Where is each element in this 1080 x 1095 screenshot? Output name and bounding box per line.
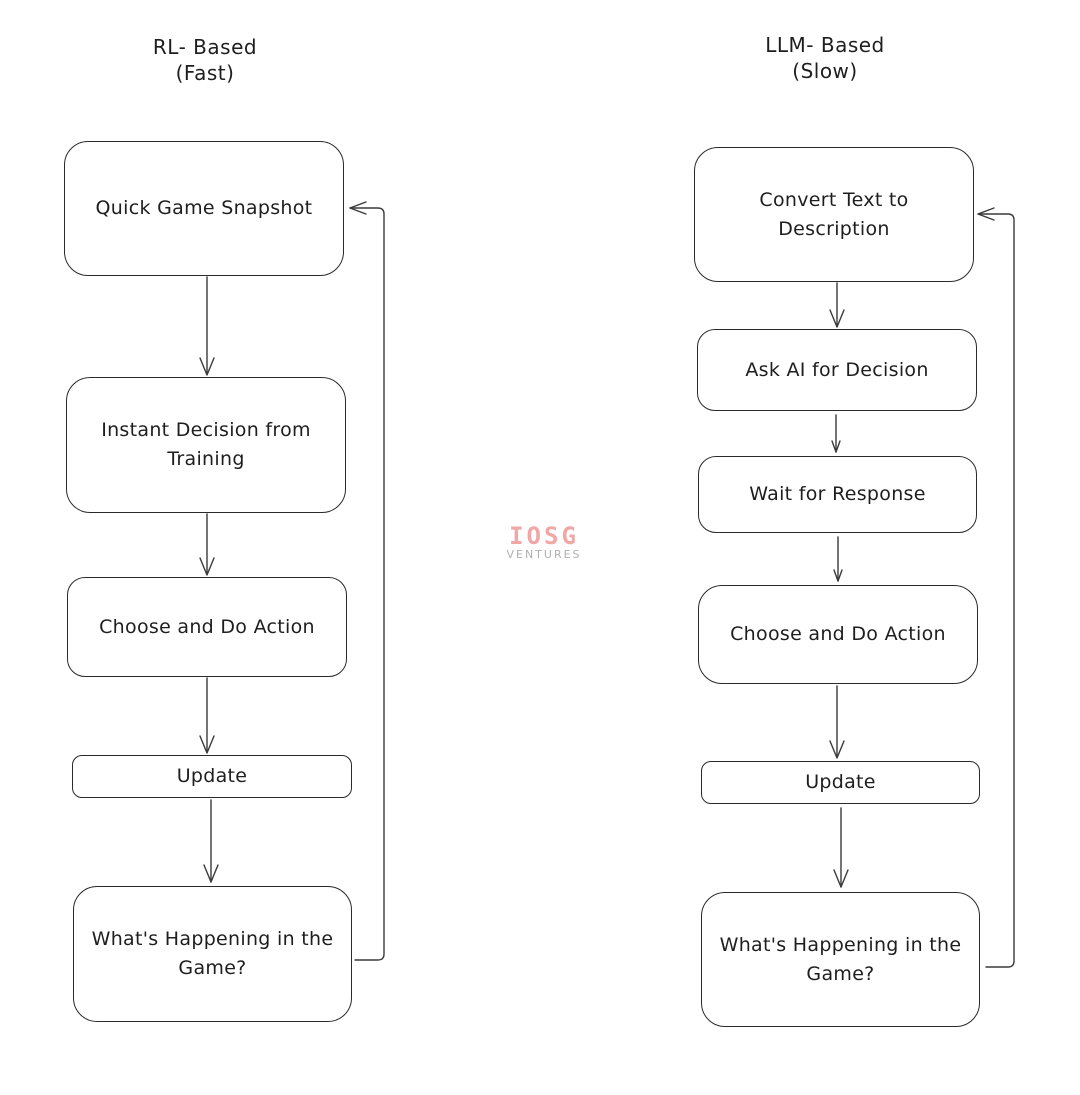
node-quick-game-snapshot: Quick Game Snapshot xyxy=(64,141,344,276)
node-label: Choose and Do Action xyxy=(99,615,315,638)
watermark: IOSG VENTURES xyxy=(494,524,594,562)
node-instant-decision: Instant Decision from Training xyxy=(66,377,346,513)
node-label: Update xyxy=(805,771,876,793)
edge-right-5-6 xyxy=(833,807,849,888)
right-title-line2: (Slow) xyxy=(792,59,858,83)
node-label: Convert Text to Description xyxy=(759,188,909,240)
edge-right-2-3 xyxy=(831,414,841,453)
left-title-line1: RL- Based xyxy=(152,35,258,59)
edge-right-3-4 xyxy=(833,536,843,582)
watermark-subtitle: VENTURES xyxy=(506,548,582,561)
node-label: What's Happening in the Game? xyxy=(91,928,334,979)
node-whats-happening-right: What's Happening in the Game? xyxy=(701,892,980,1027)
edge-left-2-3 xyxy=(199,513,215,576)
node-convert-text: Convert Text to Description xyxy=(694,147,974,282)
node-choose-and-do-action-right: Choose and Do Action xyxy=(698,585,978,684)
node-label: Choose and Do Action xyxy=(730,623,946,645)
edge-right-1-2 xyxy=(829,282,845,328)
edge-right-loop xyxy=(977,207,1015,968)
right-column-title: LLM- Based (Slow) xyxy=(720,32,930,84)
right-title-line1: LLM- Based xyxy=(765,33,885,57)
node-update-right: Update xyxy=(701,761,980,804)
node-update-left: Update xyxy=(72,755,352,798)
edge-left-loop xyxy=(349,201,385,961)
edge-left-4-5 xyxy=(203,799,219,883)
node-label: Ask AI for Decision xyxy=(745,358,929,381)
node-label: Wait for Response xyxy=(749,483,926,505)
node-choose-and-do-action-left: Choose and Do Action xyxy=(67,577,347,677)
node-wait-for-response: Wait for Response xyxy=(698,456,977,533)
node-label: What's Happening in the Game? xyxy=(719,933,962,985)
node-whats-happening-left: What's Happening in the Game? xyxy=(73,886,352,1022)
left-column-title: RL- Based (Fast) xyxy=(100,34,310,86)
node-label: Quick Game Snapshot xyxy=(95,197,313,219)
left-title-line2: (Fast) xyxy=(175,61,235,85)
edge-right-4-5 xyxy=(829,685,845,759)
node-label: Update xyxy=(176,765,248,787)
watermark-logo: IOSG xyxy=(509,522,579,550)
node-ask-ai: Ask AI for Decision xyxy=(697,329,977,411)
node-label: Instant Decision from Training xyxy=(101,419,311,470)
edge-left-3-4 xyxy=(199,677,215,754)
edge-left-1-2 xyxy=(199,276,215,376)
